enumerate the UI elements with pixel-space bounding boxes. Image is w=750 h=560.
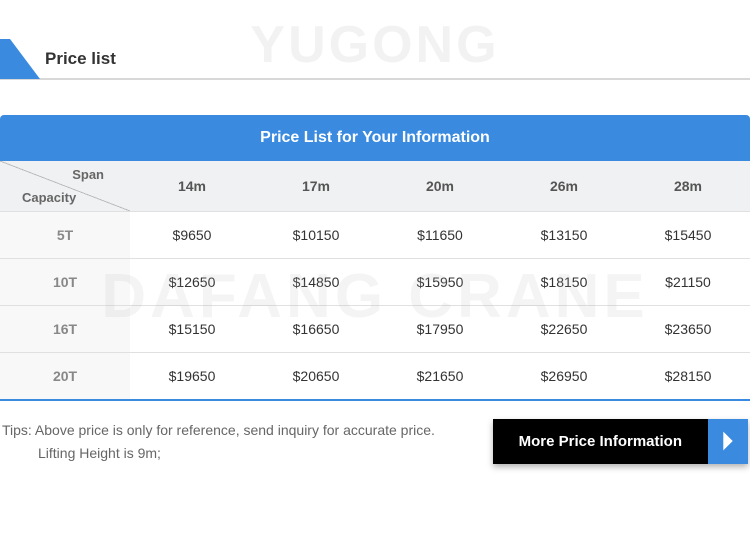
tips-line2: Lifting Height is 9m; <box>2 442 161 466</box>
col-header: 26m <box>502 161 626 211</box>
price-cell: $18150 <box>502 258 626 305</box>
section-title: Price list <box>45 49 116 69</box>
price-cell: $13150 <box>502 211 626 258</box>
table-title: Price List for Your Information <box>0 115 750 161</box>
tab-accent <box>0 39 10 79</box>
row-capacity: 16T <box>0 305 130 352</box>
col-header: 20m <box>378 161 502 211</box>
table-row: 20T $19650 $20650 $21650 $26950 $28150 <box>0 352 750 399</box>
more-price-label: More Price Information <box>493 419 708 464</box>
price-cell: $21650 <box>378 352 502 399</box>
table-row: 10T $12650 $14850 $15950 $18150 $21150 <box>0 258 750 305</box>
price-cell: $28150 <box>626 352 750 399</box>
col-header: 17m <box>254 161 378 211</box>
table-row: 16T $15150 $16650 $17950 $22650 $23650 <box>0 305 750 352</box>
price-cell: $9650 <box>130 211 254 258</box>
price-cell: $26950 <box>502 352 626 399</box>
tab-triangle <box>10 39 40 79</box>
more-price-button[interactable]: More Price Information <box>493 419 748 464</box>
chevron-right-icon <box>708 419 748 464</box>
price-cell: $15150 <box>130 305 254 352</box>
section-header: Price list <box>0 40 750 80</box>
price-cell: $19650 <box>130 352 254 399</box>
row-capacity: 5T <box>0 211 130 258</box>
row-capacity: 20T <box>0 352 130 399</box>
price-cell: $11650 <box>378 211 502 258</box>
price-cell: $15950 <box>378 258 502 305</box>
price-table: Span Capacity 14m 17m 20m 26m 28m 5T $96… <box>0 161 750 399</box>
span-label: Span <box>72 167 104 182</box>
price-cell: $15450 <box>626 211 750 258</box>
price-cell: $23650 <box>626 305 750 352</box>
price-cell: $10150 <box>254 211 378 258</box>
col-header: 14m <box>130 161 254 211</box>
price-cell: $12650 <box>130 258 254 305</box>
row-capacity: 10T <box>0 258 130 305</box>
tips-line1: Tips: Above price is only for reference,… <box>2 422 435 438</box>
price-table-container: Price List for Your Information Span Cap… <box>0 115 750 401</box>
price-cell: $17950 <box>378 305 502 352</box>
price-cell: $21150 <box>626 258 750 305</box>
corner-cell: Span Capacity <box>0 161 130 211</box>
price-cell: $14850 <box>254 258 378 305</box>
price-cell: $22650 <box>502 305 626 352</box>
table-row: 5T $9650 $10150 $11650 $13150 $15450 <box>0 211 750 258</box>
price-cell: $20650 <box>254 352 378 399</box>
footer: Tips: Above price is only for reference,… <box>0 419 750 467</box>
tips-text: Tips: Above price is only for reference,… <box>2 419 435 467</box>
col-header: 28m <box>626 161 750 211</box>
capacity-label: Capacity <box>22 190 76 205</box>
price-cell: $16650 <box>254 305 378 352</box>
